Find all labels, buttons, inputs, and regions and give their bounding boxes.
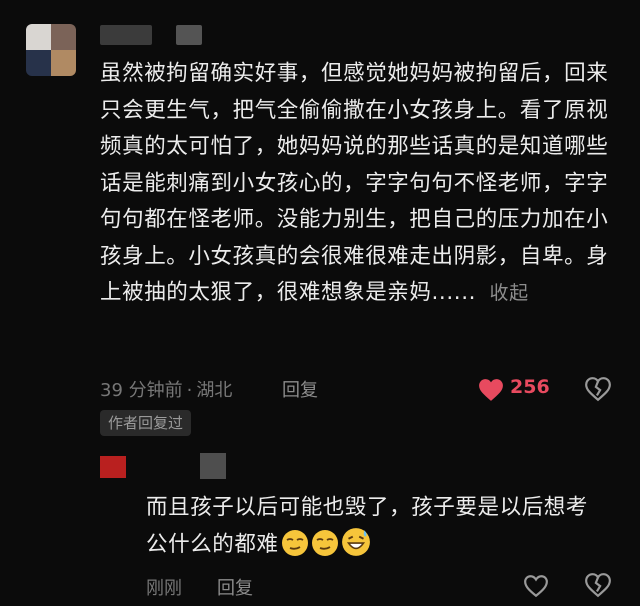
smirk-face-icon — [311, 529, 338, 556]
comment-location: 湖北 — [196, 380, 233, 401]
comment-body: 虽然被拘留确实好事，但感觉她妈妈被拘留后，回来只会更生气，把气全偷偷撒在小女孩身… — [100, 56, 610, 312]
comment-text: 虽然被拘留确实好事，但感觉她妈妈被拘留后，回来只会更生气，把气全偷偷撒在小女孩身… — [100, 61, 609, 305]
collapse-link[interactable]: 收起 — [490, 282, 529, 304]
commenter-name-redacted-2 — [176, 25, 202, 45]
reply-time: 刚刚 — [146, 578, 182, 599]
heart-filled-icon[interactable] — [478, 378, 504, 402]
reply-reply-button[interactable]: 回复 — [217, 574, 253, 600]
like-count: 256 — [510, 376, 550, 398]
commenter-name-redacted[interactable] — [100, 25, 152, 45]
replier-name-redacted[interactable] — [200, 453, 226, 479]
broken-heart-icon[interactable] — [584, 572, 612, 598]
broken-heart-icon[interactable] — [584, 376, 612, 402]
grin-sweat-face-icon — [341, 527, 370, 556]
commenter-avatar[interactable] — [26, 24, 76, 76]
author-replied-badge: 作者回复过 — [100, 410, 192, 436]
smirk-face-icon — [281, 529, 308, 556]
comment-time: 39 分钟前 — [100, 380, 183, 401]
replier-avatar[interactable] — [100, 456, 126, 478]
reply-button[interactable]: 回复 — [282, 376, 318, 402]
comment-meta: 39 分钟前 · 湖北 — [100, 380, 233, 401]
heart-outline-icon[interactable] — [523, 574, 549, 598]
reply-body: 而且孩子以后可能也毁了，孩子要是以后想考公什么的都难 — [146, 490, 606, 563]
